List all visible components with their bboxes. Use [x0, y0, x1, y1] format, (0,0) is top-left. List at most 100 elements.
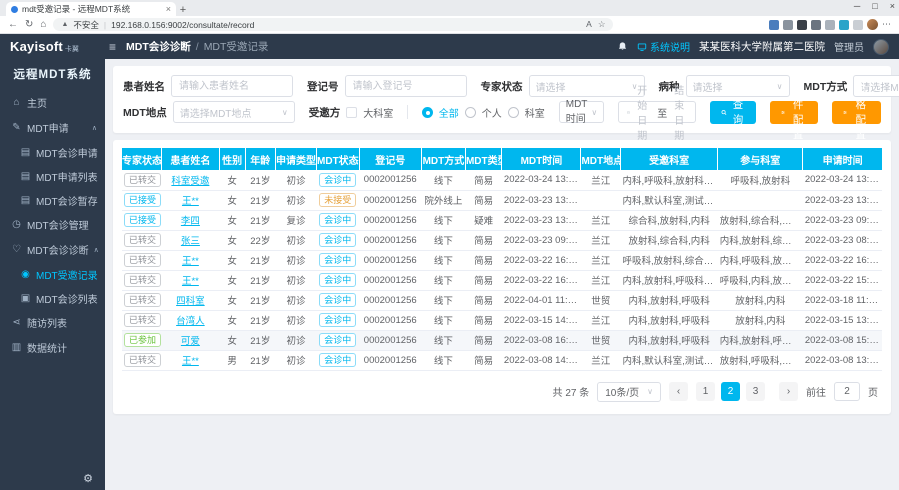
sidebar-item-数据统计[interactable]: ▥ 数据统计: [0, 335, 105, 360]
new-tab-button[interactable]: +: [176, 4, 190, 16]
condition-config-button[interactable]: 条件配置: [770, 101, 819, 124]
patient-name-link[interactable]: 科室受邀: [171, 176, 209, 187]
extension-icon[interactable]: [839, 20, 849, 30]
table-row[interactable]: 已转交科室受邀女21岁初诊会诊中0002001256线下简易2022-03-24…: [122, 170, 882, 190]
sidebar-item-MDT会诊管理[interactable]: ◷MDT会诊管理: [0, 212, 105, 237]
browser-menu-icon[interactable]: ⋯: [882, 19, 891, 30]
notification-bell-icon[interactable]: [617, 41, 628, 52]
patient-name-link[interactable]: 王**: [182, 276, 199, 287]
invitee-radio-科室[interactable]: [508, 107, 519, 118]
mdt-status-cell: 会诊中: [317, 170, 360, 190]
table-cell: 内科,默认科室,测试科室: [620, 350, 717, 370]
sidebar-item-MDT会诊诊断[interactable]: ♡MDT会诊诊断∧: [0, 237, 105, 262]
time-field-select[interactable]: MDT时间 ∨: [559, 101, 605, 123]
mdt-location-select[interactable]: 请选择MDT地点 ∨: [173, 101, 295, 123]
tab-close-icon[interactable]: ×: [166, 4, 171, 14]
extension-icon[interactable]: [783, 20, 793, 30]
invitee-radio-label[interactable]: 全部: [439, 105, 459, 120]
search-button[interactable]: 查询: [710, 101, 756, 124]
table-row[interactable]: 已转交台湾人女21岁初诊会诊中0002001256线下简易2022-03-15 …: [122, 310, 882, 330]
menu-item-label: 数据统计: [27, 340, 67, 355]
sidebar-item-随访列表[interactable]: ⋖随访列表: [0, 310, 105, 335]
table-row[interactable]: 已接受王**女21岁初诊未接受0002001256院外线上简易2022-03-2…: [122, 190, 882, 210]
table-row[interactable]: 已转交王**女21岁初诊会诊中0002001256线下简易2022-03-22 …: [122, 270, 882, 290]
register-no-label: 登记号: [307, 79, 339, 94]
big-department-checkbox-label[interactable]: 大科室: [363, 105, 393, 120]
sidebar-item-MDT会诊列表[interactable]: ▣MDT会诊列表: [0, 286, 105, 310]
expert-status-select[interactable]: 请选择 ∨: [529, 75, 645, 97]
home-icon[interactable]: ⌂: [40, 19, 46, 30]
table-cell: 简易: [465, 350, 501, 370]
invitee-radio-label[interactable]: 科室: [525, 105, 545, 120]
table-cell: 疑难: [465, 210, 501, 230]
patient-name-link[interactable]: 李四: [181, 216, 200, 227]
patient-name-link[interactable]: 王**: [182, 196, 199, 207]
page-button-3[interactable]: 3: [746, 382, 765, 401]
table-config-button[interactable]: 表格配置: [832, 101, 881, 124]
patient-name-cell: 王**: [162, 350, 220, 370]
sidebar-item-MDT会诊申请[interactable]: ▤MDT会诊申请: [0, 140, 105, 164]
table-row[interactable]: 已转交四科室女21岁初诊会诊中0002001256线下简易2022-04-01 …: [122, 290, 882, 310]
collapse-menu-icon[interactable]: ≡: [109, 40, 116, 54]
table-cell: 内科,放射科,呼吸科: [620, 330, 717, 350]
expert-status-badge: 已接受: [124, 193, 161, 207]
window-maximize-button[interactable]: □: [872, 1, 877, 11]
breadcrumb-section: MDT会诊诊断: [126, 39, 191, 54]
invitee-radio-个人[interactable]: [465, 107, 476, 118]
browser-tab[interactable]: mdt受邀记录 - 远程MDT系统 ×: [6, 2, 176, 16]
sidebar-item-MDT会诊暂存[interactable]: ▤MDT会诊暂存: [0, 188, 105, 212]
back-icon[interactable]: ←: [8, 19, 18, 30]
extension-icon[interactable]: [811, 20, 821, 30]
big-department-checkbox[interactable]: [346, 107, 357, 118]
patient-name-link[interactable]: 台湾人: [176, 316, 205, 327]
table-row[interactable]: 已接受李四女21岁复诊会诊中0002001256线下疑难2022-03-23 1…: [122, 210, 882, 230]
next-page-button[interactable]: ›: [779, 382, 798, 401]
extension-icon[interactable]: [853, 20, 863, 30]
sidebar-item-MDT受邀记录[interactable]: ◉MDT受邀记录: [0, 262, 105, 286]
favorite-star-icon[interactable]: ☆: [598, 19, 606, 30]
mdt-status-badge: 会诊中: [319, 313, 356, 327]
user-avatar[interactable]: [873, 39, 889, 55]
disease-select[interactable]: 请选择 ∨: [686, 75, 790, 97]
read-aloud-icon[interactable]: A: [586, 19, 592, 30]
mdt-status-cell: 会诊中: [317, 210, 360, 230]
goto-page-input[interactable]: [834, 382, 860, 401]
patient-name-link[interactable]: 王**: [182, 256, 199, 267]
menu-item-icon: ▥: [11, 342, 22, 353]
table-row[interactable]: 已转交王**男21岁初诊会诊中0002001256线下简易2022-03-08 …: [122, 350, 882, 370]
window-minimize-button[interactable]: ─: [854, 1, 860, 11]
expert-status-badge: 已转交: [124, 313, 161, 327]
sidebar-item-主页[interactable]: ⌂主页: [0, 90, 105, 115]
extension-icon[interactable]: [825, 20, 835, 30]
table-cell: 兰江: [581, 230, 621, 250]
register-no-input[interactable]: [345, 75, 467, 97]
patient-name-link[interactable]: 张三: [181, 236, 200, 247]
window-close-button[interactable]: ×: [890, 1, 895, 11]
browser-profile-avatar[interactable]: [867, 19, 878, 30]
table-row[interactable]: 已转交王**女21岁初诊会诊中0002001256线下简易2022-03-22 …: [122, 250, 882, 270]
table-row[interactable]: 已参加可爱女21岁初诊会诊中0002001256线下简易2022-03-08 1…: [122, 330, 882, 350]
table-cell: 初诊: [275, 250, 316, 270]
settings-gear-icon[interactable]: ⚙: [83, 472, 93, 485]
system-help-link[interactable]: 系统说明: [637, 39, 690, 54]
extension-icon[interactable]: [769, 20, 779, 30]
page-button-2[interactable]: 2: [721, 382, 740, 401]
date-range-picker[interactable]: 开始日期 至 结束日期: [618, 101, 696, 123]
menu-item-icon: ▤: [20, 195, 31, 206]
sidebar-item-MDT申请列表[interactable]: ▤MDT申请列表: [0, 164, 105, 188]
invitee-radio-label[interactable]: 个人: [482, 105, 502, 120]
patient-name-link[interactable]: 王**: [182, 356, 199, 367]
prev-page-button[interactable]: ‹: [669, 382, 688, 401]
invitee-radio-全部[interactable]: [422, 107, 433, 118]
table-row[interactable]: 已转交张三女22岁初诊会诊中0002001256线下简易2022-03-23 0…: [122, 230, 882, 250]
patient-name-input[interactable]: [171, 75, 293, 97]
sidebar-item-MDT申请[interactable]: ✎MDT申请∧: [0, 115, 105, 140]
page-size-select[interactable]: 10条/页 ∨: [597, 382, 661, 402]
filter-panel: 患者姓名 登记号 专家状态 请选择 ∨: [113, 66, 891, 133]
page-button-1[interactable]: 1: [696, 382, 715, 401]
patient-name-link[interactable]: 四科室: [176, 296, 205, 307]
extension-icon[interactable]: [797, 20, 807, 30]
address-bar[interactable]: ▲ 不安全 | 192.168.0.156:9002/consultate/re…: [53, 18, 613, 31]
refresh-icon[interactable]: ↻: [25, 19, 33, 30]
patient-name-link[interactable]: 可爱: [181, 336, 200, 347]
